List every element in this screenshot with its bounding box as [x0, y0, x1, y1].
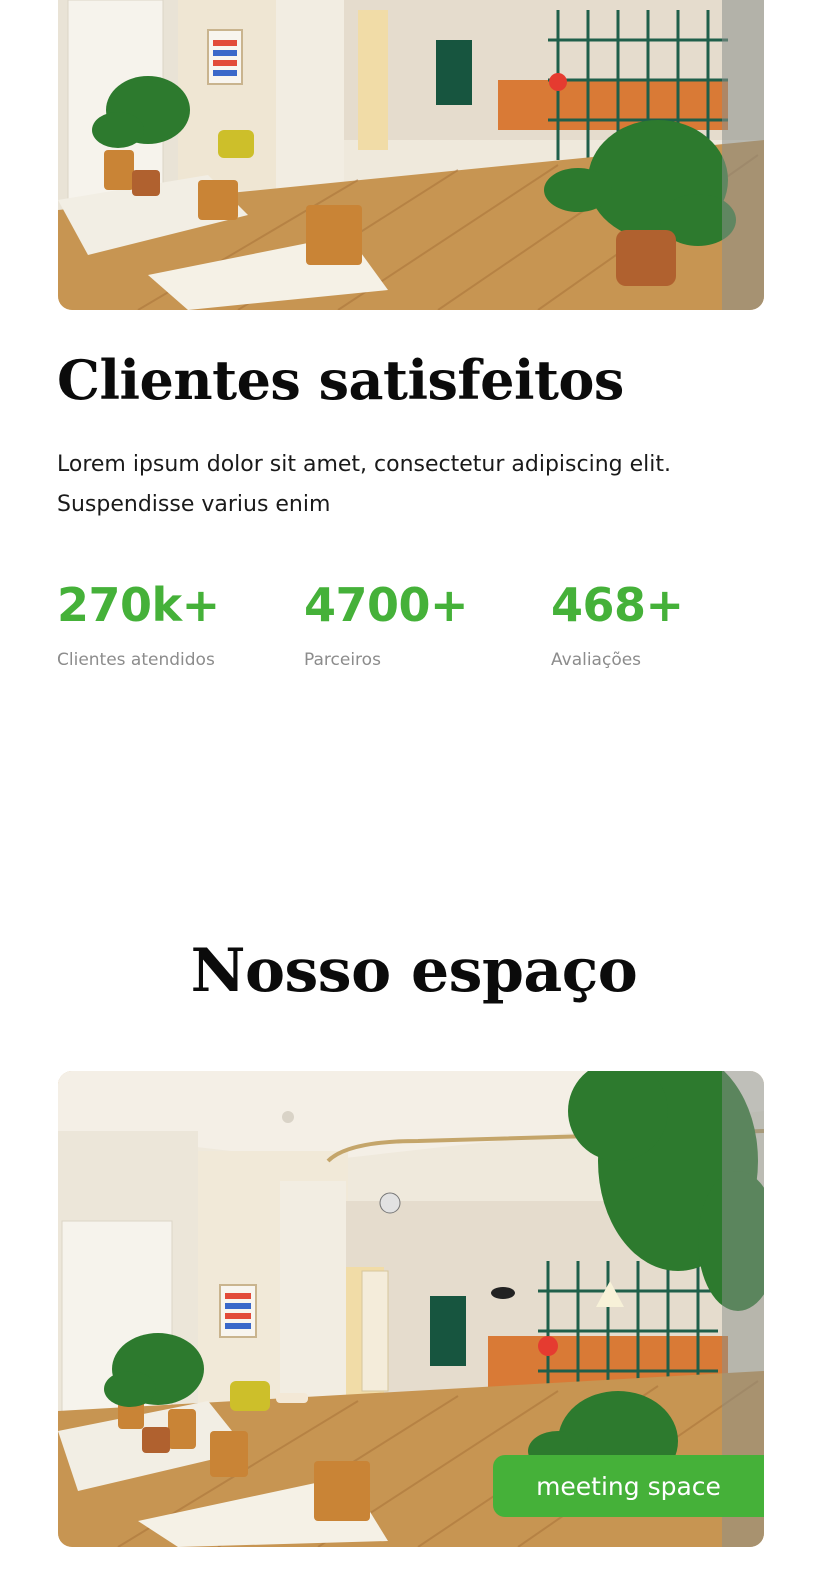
stat-label: Avaliações — [551, 650, 642, 670]
meeting-space-badge: meeting space — [493, 1455, 764, 1517]
coworking-photo-illustration — [58, 0, 764, 310]
stat-value: 468+ — [551, 578, 684, 632]
stat-label: Parceiros — [304, 650, 381, 670]
stat-label: Clientes atendidos — [57, 650, 215, 670]
space-section-title: Nosso espaço — [190, 936, 638, 1006]
coworking-photo — [58, 0, 764, 310]
stat-clients: 270k+ Clientes atendidos — [57, 574, 287, 670]
stat-partners: 4700+ Parceiros — [304, 574, 534, 670]
section-title: Clientes satisfeitos — [57, 348, 624, 412]
section-description: Lorem ipsum dolor sit amet, consectetur … — [57, 452, 671, 517]
stat-value: 4700+ — [304, 578, 469, 632]
stat-value: 270k+ — [57, 578, 220, 632]
stat-reviews: 468+ Avaliações — [551, 574, 781, 670]
